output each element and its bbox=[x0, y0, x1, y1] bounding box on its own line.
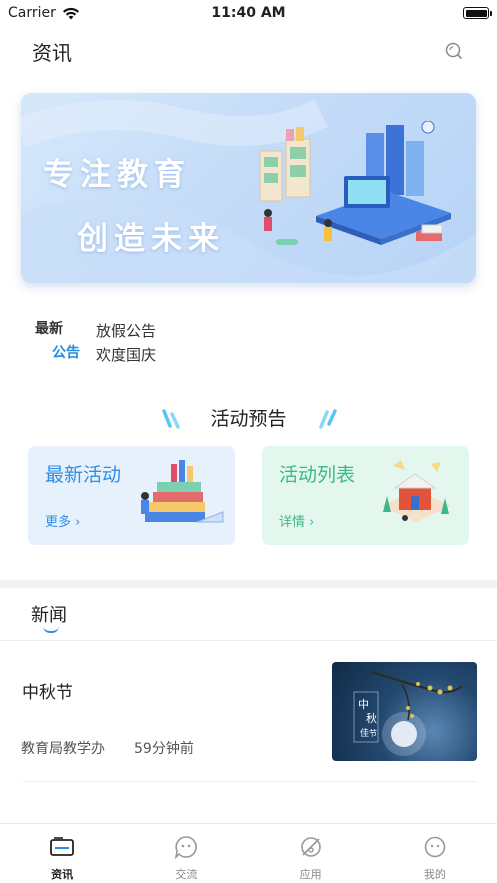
tab-profile[interactable]: 我的 bbox=[373, 824, 497, 883]
tab-label: 资讯 bbox=[51, 868, 74, 881]
card-title: 最新活动 bbox=[45, 464, 122, 486]
bottom-tab-bar: 资讯 交流 应用 我的 bbox=[0, 823, 497, 883]
tab-news[interactable]: 新闻 bbox=[31, 601, 67, 627]
apps-icon bbox=[300, 837, 321, 857]
announcement-tag-top: 最新 bbox=[35, 321, 63, 337]
battery-icon bbox=[463, 7, 492, 19]
news-icon bbox=[50, 837, 75, 856]
activity-list-card[interactable]: 活动列表 详情 › bbox=[262, 446, 469, 545]
page-title: 资讯 bbox=[32, 40, 72, 65]
education-illustration bbox=[259, 121, 451, 245]
tab-label: 交流 bbox=[175, 868, 198, 881]
divider bbox=[22, 781, 477, 782]
tab-apps[interactable]: 应用 bbox=[249, 824, 373, 883]
tab-label: 我的 bbox=[423, 868, 446, 881]
nav-bar: 资讯 bbox=[0, 26, 497, 76]
banner-slogan-line2: 创造未来 bbox=[77, 221, 225, 257]
books-illustration bbox=[141, 460, 224, 523]
title-decoration-right-icon bbox=[319, 409, 337, 429]
news-thumbnail: 中 秋 佳 节 bbox=[332, 662, 477, 761]
status-bar: Carrier 11:40 AM bbox=[0, 0, 497, 26]
moon-festival-image: 中 秋 佳 节 bbox=[353, 671, 463, 756]
news-title: 中秋节 bbox=[22, 683, 73, 703]
banner-carousel[interactable]: 专注教育 创造未来 bbox=[21, 93, 476, 283]
tab-news-bottom[interactable]: 资讯 bbox=[0, 824, 124, 883]
carrier-label: Carrier bbox=[8, 5, 56, 21]
thumb-text: 中 bbox=[358, 698, 369, 711]
announcement-bar[interactable]: 最新 公告 放假公告 欢度国庆 bbox=[35, 318, 455, 368]
card-title: 活动列表 bbox=[279, 464, 356, 486]
banner-slogan-line1: 专注教育 bbox=[43, 157, 191, 193]
status-left: Carrier bbox=[8, 5, 80, 21]
announcement-item[interactable]: 放假公告 bbox=[96, 320, 156, 341]
news-source: 教育局教学办 bbox=[21, 741, 105, 757]
chat-icon bbox=[175, 836, 198, 860]
news-list-item[interactable]: 中秋节 教育局教学办 59分钟前 中 秋 佳 节 bbox=[0, 641, 497, 781]
status-time: 11:40 AM bbox=[211, 5, 286, 21]
search-icon[interactable] bbox=[443, 40, 465, 62]
svg-text:节: 节 bbox=[369, 729, 377, 738]
svg-text:佳: 佳 bbox=[360, 727, 369, 739]
details-link[interactable]: 详情 › bbox=[279, 511, 314, 530]
latest-activity-card[interactable]: 最新活动 更多 › bbox=[28, 446, 235, 545]
wifi-icon bbox=[62, 7, 79, 19]
announcement-tag-bottom: 公告 bbox=[52, 345, 80, 361]
tab-news-indicator bbox=[43, 626, 59, 633]
announcement-item[interactable]: 欢度国庆 bbox=[96, 344, 156, 365]
more-link[interactable]: 更多 › bbox=[45, 511, 80, 530]
activity-section-title: 活动预告 bbox=[210, 408, 287, 430]
svg-text:秋: 秋 bbox=[366, 711, 377, 725]
news-time: 59分钟前 bbox=[134, 741, 194, 757]
tab-label: 应用 bbox=[299, 868, 322, 881]
section-divider bbox=[0, 580, 497, 588]
profile-icon bbox=[424, 836, 446, 858]
house-illustration bbox=[381, 460, 451, 522]
tab-chat[interactable]: 交流 bbox=[124, 824, 248, 883]
